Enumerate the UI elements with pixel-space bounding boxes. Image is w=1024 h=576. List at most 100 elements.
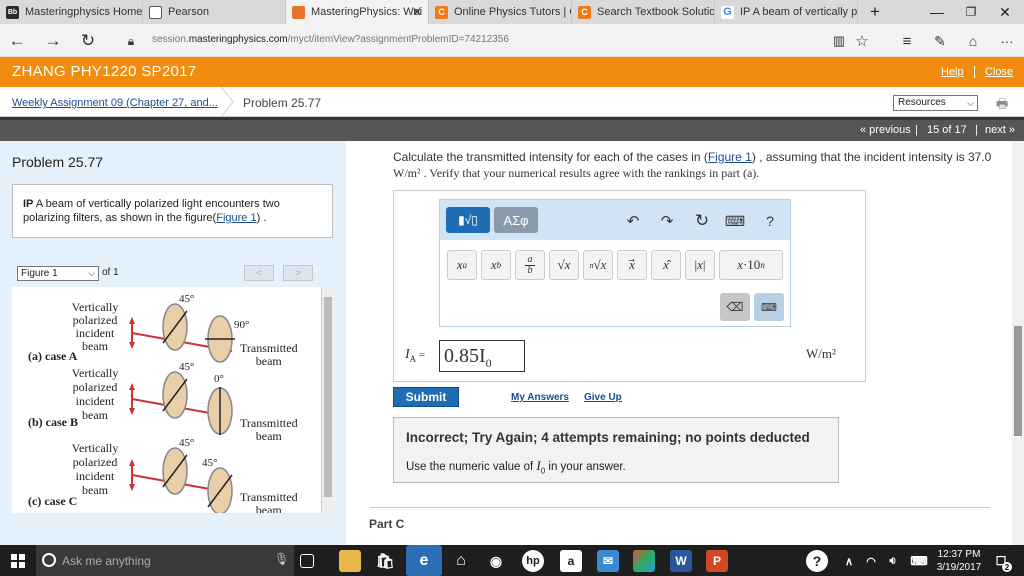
submit-button[interactable]: Submit (393, 387, 459, 407)
give-up-link[interactable]: Give Up (584, 392, 622, 403)
figure-link[interactable]: Figure 1 (216, 212, 256, 224)
favorite-star-icon[interactable]: ☆ (851, 30, 873, 52)
game-icon[interactable] (633, 550, 655, 572)
absolute-value-button[interactable]: | x | (685, 250, 715, 280)
symbols-button[interactable]: ΑΣφ (494, 207, 538, 233)
backspace-icon[interactable]: ⌫ (720, 293, 750, 321)
minimize-icon[interactable]: — (920, 0, 954, 24)
redo-icon[interactable]: ↷ (658, 212, 676, 230)
help-link[interactable]: Help (941, 66, 964, 78)
undo-icon[interactable]: ↶ (624, 212, 642, 230)
scroll-thumb[interactable] (324, 297, 332, 497)
media-icon[interactable]: ◉ (485, 550, 507, 572)
next-link[interactable]: next » (985, 124, 1015, 136)
vector-button[interactable]: x⃗ (617, 250, 647, 280)
wifi-icon[interactable]: ◠ (860, 550, 882, 572)
previous-link[interactable]: « previous (860, 124, 911, 136)
tab-google-search[interactable]: G IP A beam of vertically pol (715, 0, 858, 24)
page-scrollbar[interactable] (1012, 141, 1024, 545)
store-icon[interactable]: 🛍︎ (374, 550, 396, 572)
web-note-icon[interactable]: ✎ (929, 30, 951, 52)
mastering-logo-icon (292, 5, 305, 19)
cortana-search-box[interactable]: Ask me anything 🎙︎ (36, 545, 294, 576)
tab-pearson[interactable]: Pearson (143, 0, 286, 24)
figure-count: of 1 (102, 267, 119, 278)
hp-icon[interactable]: hp (522, 550, 544, 572)
scroll-thumb[interactable] (1014, 326, 1022, 436)
resources-dropdown[interactable]: Resources ⌵ (893, 95, 978, 111)
question-part: ) , assuming that the incident intensity… (751, 150, 992, 164)
url-field[interactable]: session.masteringphysics.com/myct/itemVi… (152, 34, 509, 45)
amazon-icon[interactable]: a (560, 550, 582, 572)
help-question-icon[interactable]: ? (806, 550, 828, 572)
forward-arrow-icon[interactable]: → (42, 30, 64, 52)
case-label: (a) case A (28, 349, 78, 363)
keyboard-layout-icon[interactable]: ⌨ (908, 550, 930, 572)
fraction-button[interactable]: ab (515, 250, 545, 280)
unit-vector-button[interactable]: x̂ (651, 250, 681, 280)
word-icon[interactable]: W (670, 550, 692, 572)
figure-case-a: Vertically polarized incident beam (a) c… (12, 287, 321, 368)
share-icon[interactable]: ⌂ (962, 30, 984, 52)
answer-input[interactable]: 0.85I0 (439, 340, 525, 372)
angle-label: 0° (214, 373, 224, 385)
help-icon[interactable]: ? (761, 212, 779, 230)
scientific-notation-button[interactable]: x ·10 n (719, 250, 783, 280)
page-icon (149, 5, 162, 19)
assignment-link[interactable]: Weekly Assignment 09 (Chapter 27, and... (12, 97, 218, 109)
tab-masteringphysics-homework[interactable]: Bb Masteringphysics Homew (0, 0, 143, 24)
tab-title: Online Physics Tutors | Ch (454, 6, 572, 18)
file-explorer-icon[interactable] (339, 550, 361, 572)
incident-label-line: Vertically (71, 366, 119, 380)
keyboard-toggle-icon[interactable]: ⌨ (754, 293, 784, 321)
blackboard-icon: Bb (6, 5, 19, 19)
close-tab-icon[interactable]: ✕ (412, 5, 422, 19)
superscript-button[interactable]: xa (447, 250, 477, 280)
problem-intro: IP A beam of vertically polarized light … (12, 184, 333, 238)
sqrt-button[interactable]: √ x (549, 250, 579, 280)
tab-masteringphysics-active[interactable]: MasteringPhysics: Wei ✕ (286, 0, 429, 24)
problem-title: Problem 25.77 (12, 154, 104, 170)
my-answers-link[interactable]: My Answers (511, 392, 569, 403)
windows-taskbar: Ask me anything 🎙︎ 🛍︎ e ⌂ ◉ hp a ✉ W P ?… (0, 545, 1024, 576)
figure-select[interactable]: Figure 1 ⌵ (17, 266, 99, 281)
back-arrow-icon[interactable]: ← (6, 30, 28, 52)
close-window-icon[interactable]: ✕ (988, 0, 1022, 24)
figure-next-button[interactable]: > (283, 265, 313, 281)
new-tab-button[interactable]: + (858, 0, 892, 24)
ip-label: IP (23, 198, 34, 210)
part-c-heading[interactable]: Part C (369, 517, 404, 531)
angle-label: 45° (179, 437, 195, 449)
figure-scrollbar[interactable] (321, 287, 333, 513)
figure-link[interactable]: Figure 1 (708, 150, 752, 164)
problem-position: 15 of 17 (927, 124, 967, 136)
more-icon[interactable]: ··· (996, 30, 1018, 52)
notification-icon[interactable]: ☐ 2 (990, 550, 1012, 572)
tab-online-physics-tutors[interactable]: C Online Physics Tutors | Ch (429, 0, 572, 24)
tab-title: Pearson (168, 6, 209, 18)
reading-view-icon[interactable]: ▥ (828, 30, 850, 52)
close-link[interactable]: Close (985, 66, 1013, 78)
home-icon[interactable]: ⌂ (450, 550, 472, 572)
reset-icon[interactable]: ↻ (693, 211, 711, 230)
subscript-button[interactable]: xb (481, 250, 511, 280)
figure-prev-button[interactable]: < (244, 265, 274, 281)
system-clock[interactable]: 12:37 PM 3/19/2017 (936, 548, 982, 574)
tab-title: MasteringPhysics: Wei (311, 6, 423, 18)
task-view-icon[interactable] (300, 554, 314, 568)
print-icon[interactable]: 🖶︎ (996, 95, 1012, 111)
hub-icon[interactable]: ≡ (896, 30, 918, 52)
restore-icon[interactable]: ❐ (954, 0, 988, 24)
powerpoint-icon[interactable]: P (706, 550, 728, 572)
mail-icon[interactable]: ✉ (597, 550, 619, 572)
keyboard-icon[interactable]: ⌨ (725, 212, 745, 230)
edge-browser-icon[interactable]: e (406, 545, 442, 576)
math-template-button[interactable]: ▮√▯ (446, 207, 490, 233)
windows-start-icon[interactable] (0, 545, 36, 576)
volume-icon[interactable]: 🔉︎ (882, 550, 904, 572)
nth-root-button[interactable]: n √ x (583, 250, 613, 280)
chevron-up-icon[interactable]: ∧ (838, 550, 860, 572)
microphone-icon[interactable]: 🎙︎ (274, 552, 289, 566)
tab-search-textbook-solutions[interactable]: C Search Textbook Solution (572, 0, 715, 24)
refresh-icon[interactable]: ↻ (77, 30, 99, 52)
